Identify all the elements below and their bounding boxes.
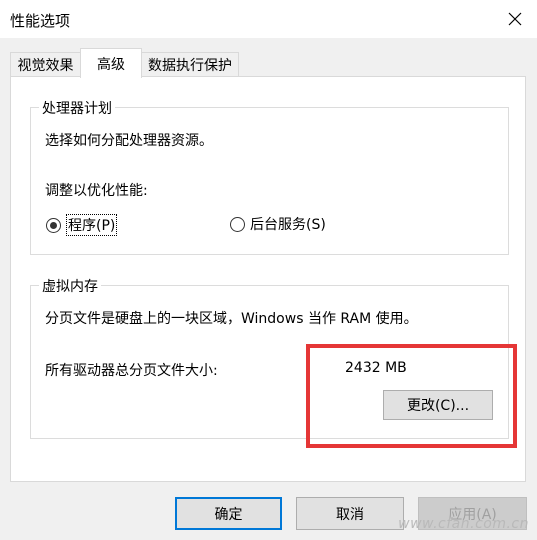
adjust-label: 调整以优化性能:	[45, 183, 148, 199]
ok-button-label: 确定	[214, 506, 243, 523]
virtual-memory-legend: 虚拟内存	[39, 276, 101, 296]
processor-description: 选择如何分配处理器资源。	[45, 133, 213, 149]
radio-background[interactable]: 后台服务(S)	[230, 214, 326, 234]
radio-programs-label: 程序(P)	[66, 214, 118, 236]
tab-label: 高级	[97, 56, 125, 73]
tab-advanced[interactable]: 高级	[80, 48, 142, 78]
processor-group: 处理器计划 选择如何分配处理器资源。 调整以优化性能: 程序(P) 后台服务(S…	[30, 98, 509, 255]
cancel-button[interactable]: 取消	[296, 497, 404, 530]
virtual-memory-description: 分页文件是硬盘上的一块区域，Windows 当作 RAM 使用。	[45, 311, 418, 327]
paging-size-label: 所有驱动器总分页文件大小:	[45, 363, 218, 379]
close-icon	[508, 12, 522, 26]
watermark-text: www.cfan.com.cn	[398, 516, 529, 532]
close-button[interactable]	[499, 4, 531, 34]
tab-visual-effects[interactable]: 视觉效果	[10, 52, 81, 76]
radio-background-label: 后台服务(S)	[250, 217, 326, 233]
radio-programs[interactable]: 程序(P)	[46, 214, 118, 236]
ok-button[interactable]: 确定	[175, 497, 282, 530]
tab-label: 数据执行保护	[148, 57, 232, 74]
tab-dep[interactable]: 数据执行保护	[141, 52, 239, 76]
radio-background-circle	[230, 216, 245, 232]
cancel-button-label: 取消	[336, 506, 364, 523]
radio-programs-circle	[46, 217, 61, 233]
highlight-annotation	[306, 344, 517, 448]
title-bar: 性能选项	[0, 0, 537, 38]
radio-selected-dot	[50, 221, 57, 229]
window-title: 性能选项	[10, 12, 71, 30]
tab-label: 视觉效果	[17, 57, 74, 74]
processor-legend: 处理器计划	[39, 98, 115, 118]
